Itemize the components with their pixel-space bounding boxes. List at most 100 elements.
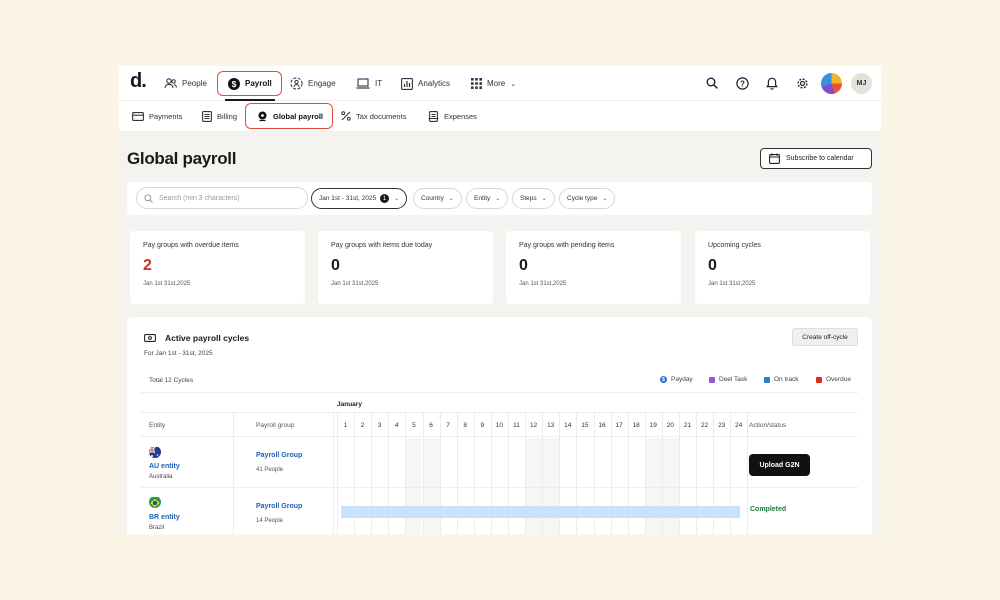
day-label: 12	[529, 422, 538, 429]
legend-overdue: Overdue	[816, 376, 851, 383]
steps-filter[interactable]: Steps ⌄	[512, 188, 555, 209]
workspace-avatar[interactable]	[821, 73, 842, 94]
bell-icon	[766, 77, 778, 90]
day-gridline	[337, 412, 338, 534]
notifications-button[interactable]	[765, 76, 779, 90]
user-avatar[interactable]: MJ	[851, 73, 872, 94]
day-label: 6	[429, 422, 433, 429]
day-label: 2	[360, 422, 365, 429]
subnav-global-payroll[interactable]: Global payroll	[257, 110, 323, 122]
stat-card-upcoming[interactable]: Upcoming cycles 0 Jan 1st 31st,2025	[695, 231, 870, 304]
nav-engage-label: Engage	[308, 79, 336, 88]
stat-title: Pay groups with pending items	[519, 242, 615, 249]
dollar-circle-icon: $	[228, 77, 240, 90]
weekend-shade	[542, 438, 560, 534]
nav-engage[interactable]: Engage	[290, 74, 336, 93]
day-label: 17	[615, 422, 623, 429]
column-payroll-group: Payroll group	[256, 422, 295, 429]
stat-card-overdue[interactable]: Pay groups with overdue items 2 Jan 1st …	[130, 231, 305, 304]
subscribe-calendar-button[interactable]: Subscribe to calendar	[760, 148, 872, 169]
legend-swatch	[816, 376, 822, 383]
legend-label: On track	[774, 376, 799, 383]
day-label: 16	[598, 422, 606, 429]
cycle-type-filter[interactable]: Cycle type ⌄	[559, 188, 616, 209]
deel-logo[interactable]: d.	[130, 70, 147, 93]
analytics-icon	[401, 77, 413, 90]
stat-title: Pay groups with items due today	[331, 242, 433, 249]
entity-link[interactable]: AU entity	[149, 463, 180, 470]
country-filter[interactable]: Country ⌄	[413, 188, 462, 209]
receipt-icon	[202, 110, 212, 122]
subscribe-calendar-label: Subscribe to calendar	[786, 155, 854, 162]
on-track-cycle-bar[interactable]	[341, 506, 740, 518]
upload-g2n-button[interactable]: Upload G2N	[749, 454, 810, 476]
payday-coin-icon: $	[660, 376, 667, 383]
nav-payroll[interactable]: $ Payroll	[228, 74, 272, 93]
settings-button[interactable]	[795, 76, 809, 90]
payroll-group-link[interactable]: Payroll Group	[256, 452, 302, 459]
nav-more[interactable]: More ⌄	[471, 74, 516, 93]
payroll-group-link[interactable]: Payroll Group	[256, 503, 302, 510]
entity-filter-label: Entity	[474, 195, 491, 202]
day-label: 7	[446, 422, 450, 429]
cycle-type-filter-label: Cycle type	[567, 195, 598, 202]
day-label: 19	[649, 422, 657, 429]
search-icon	[706, 77, 718, 89]
entity-link[interactable]: BR entity	[149, 514, 180, 521]
panel-title-label: Active payroll cycles	[165, 333, 250, 343]
subnav-billing[interactable]: Billing	[202, 110, 237, 122]
day-label: 13	[547, 422, 555, 429]
stat-card-due-today[interactable]: Pay groups with items due today 0 Jan 1s…	[318, 231, 493, 304]
payroll-subnav: Payments Billing Global payroll Tax docu…	[119, 101, 881, 131]
day-label: 11	[513, 422, 520, 429]
nav-payroll-label: Payroll	[245, 79, 272, 88]
day-label: 21	[683, 422, 692, 429]
panel-subtitle: For Jan 1st - 31st, 2025	[144, 350, 213, 357]
subnav-expenses[interactable]: Expenses	[428, 110, 477, 122]
nav-analytics[interactable]: Analytics	[401, 74, 450, 93]
nav-it[interactable]: IT	[356, 74, 382, 93]
legend-swatch	[709, 376, 715, 383]
month-label: January	[337, 401, 362, 408]
entity-country: Australia	[149, 474, 173, 480]
expenses-icon	[428, 110, 439, 122]
weekend-shade	[525, 438, 543, 534]
create-off-cycle-button[interactable]: Create off-cycle	[792, 328, 858, 346]
weekend-shade	[405, 438, 423, 534]
legend-deel-task: Deel Task	[709, 376, 747, 383]
subnav-payments[interactable]: Payments	[132, 110, 182, 122]
day-label: 8	[463, 422, 467, 429]
stat-card-pending[interactable]: Pay groups with pending items 0 Jan 1st …	[506, 231, 681, 304]
subnav-billing-label: Billing	[217, 111, 238, 121]
search-button[interactable]	[705, 76, 719, 90]
search-input[interactable]: Search (min 3 characters)	[136, 187, 308, 209]
column-divider	[233, 412, 234, 534]
help-button[interactable]: ?	[735, 76, 749, 90]
top-navigation: d. People $ Payroll Engage IT Analytics …	[119, 66, 881, 101]
day-label: 23	[718, 422, 726, 429]
weekend-shade	[644, 438, 662, 534]
legend-on-track: On track	[764, 376, 799, 383]
entity-filter[interactable]: Entity ⌄	[466, 188, 509, 209]
column-entity: Entity	[149, 422, 166, 429]
subnav-tax-documents-label: Tax documents	[356, 111, 407, 121]
stat-title: Pay groups with overdue items	[143, 242, 239, 249]
search-icon	[144, 193, 153, 203]
nav-people[interactable]: People	[164, 74, 207, 93]
status-completed: Completed	[750, 506, 787, 513]
stat-value: 0	[331, 257, 340, 274]
legend-payday: $ Payday	[660, 376, 693, 383]
chevron-down-icon: ⌄	[394, 196, 400, 202]
page-title: Global payroll	[127, 149, 237, 168]
nav-analytics-label: Analytics	[418, 79, 451, 88]
engage-icon	[290, 77, 303, 90]
day-label: 14	[564, 422, 572, 429]
steps-filter-label: Steps	[520, 195, 537, 202]
date-range-label: Jan 1st - 31st, 2025	[319, 195, 377, 202]
subnav-tax-documents[interactable]: Tax documents	[341, 110, 406, 122]
chevron-down-icon: ⌄	[448, 196, 454, 202]
day-label: 20	[666, 422, 674, 429]
date-range-filter[interactable]: Jan 1st - 31st, 2025 1 ⌄	[311, 188, 408, 209]
divider	[141, 436, 858, 437]
day-label: 10	[495, 422, 503, 429]
